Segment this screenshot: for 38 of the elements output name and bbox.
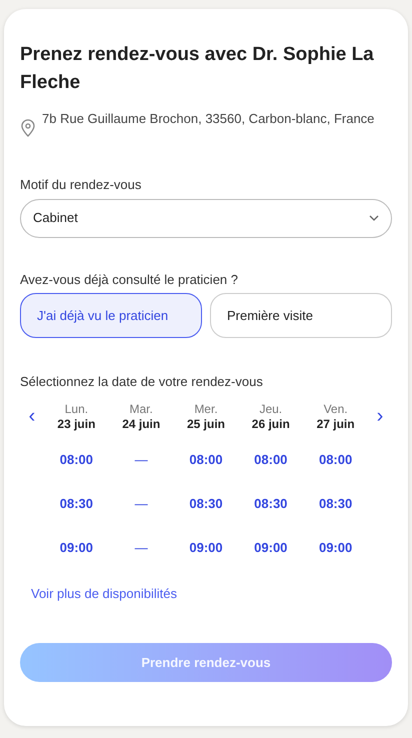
booking-title: Prenez rendez-vous avec Dr. Sophie La Fleche [20, 43, 375, 95]
date-text: 26 juin [252, 416, 290, 432]
chevron-down-icon [369, 215, 379, 221]
time-slot[interactable]: 09:00 [318, 526, 352, 570]
time-slot[interactable]: 08:00 [60, 438, 94, 482]
time-slot[interactable]: 08:00 [189, 438, 223, 482]
next-week-button[interactable]: › [368, 406, 392, 426]
unavailable-slot: — [134, 526, 148, 570]
reason-select[interactable]: Cabinet [20, 198, 392, 238]
unavailable-slot: — [134, 438, 148, 482]
unavailable-slot: — [134, 482, 148, 526]
weekday-label: Jeu. [259, 402, 282, 416]
date-text: 27 juin [316, 416, 355, 432]
time-slot[interactable]: 08:00 [318, 438, 352, 482]
reason-label: Motif du rendez-vous [20, 176, 142, 194]
time-slot[interactable]: 09:00 [254, 526, 288, 570]
weekday-label: Mer. [194, 402, 218, 416]
time-slot[interactable]: 08:30 [60, 482, 94, 526]
date-text: 23 juin [57, 416, 96, 432]
more-availability-link[interactable]: Voir plus de disponibilités [31, 584, 177, 603]
date-text: 25 juin [186, 416, 225, 432]
time-slot[interactable]: 08:00 [254, 438, 288, 482]
time-slot[interactable]: 09:00 [60, 526, 94, 570]
weekday-label: Lun. [64, 402, 88, 416]
visit-option[interactable]: J'ai déjà vu le praticien [20, 293, 202, 338]
time-slot[interactable]: 09:00 [189, 526, 223, 570]
location-pin-icon [20, 119, 36, 137]
weekday-label: Mar. [130, 402, 153, 416]
previous-week-button[interactable]: ‹ [20, 406, 44, 426]
visit-question: Avez-vous déjà consulté le praticien ? [20, 270, 239, 289]
time-slot[interactable]: 08:30 [318, 482, 352, 526]
date-text: 24 juin [122, 416, 160, 432]
visit-option[interactable]: Première visite [210, 293, 392, 338]
address-text: 7b Rue Guillaume Brochon, 33560, Carbon-blanc, France [42, 110, 374, 128]
time-slot[interactable]: 08:30 [189, 482, 223, 526]
time-slot[interactable]: 08:30 [254, 482, 288, 526]
date-label: Sélectionnez la date de votre rendez-vous [20, 373, 264, 391]
weekday-label: Ven. [324, 402, 348, 416]
